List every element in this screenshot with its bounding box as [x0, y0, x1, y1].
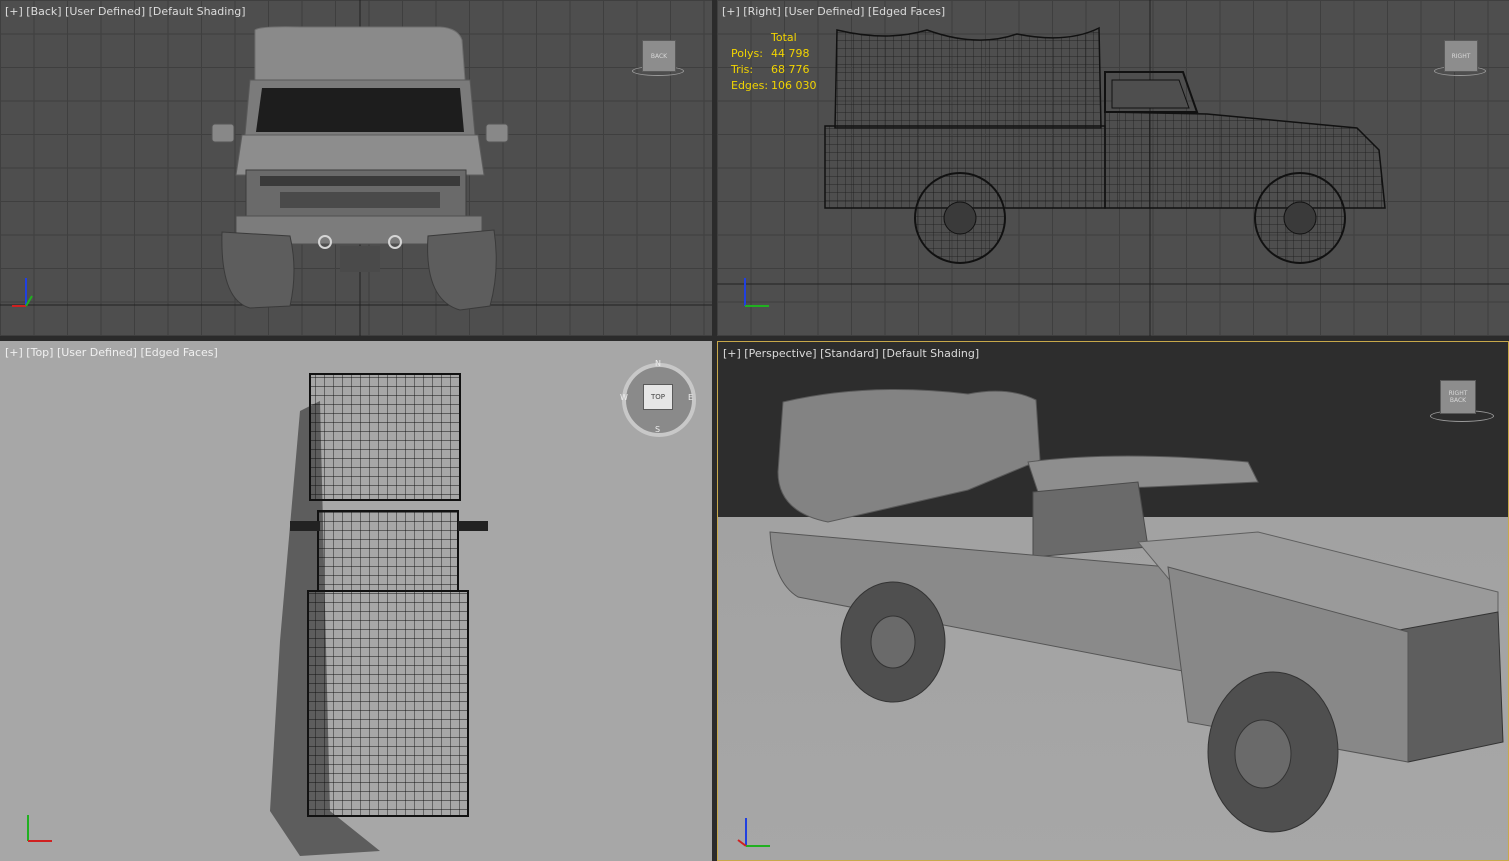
viewport-top[interactable]: [+] [Top] [User Defined] [Edged Faces] T…: [0, 341, 712, 861]
viewport-back-label[interactable]: [+] [Back] [User Defined] [Default Shadi…: [5, 5, 246, 18]
compass-east[interactable]: E: [688, 393, 693, 402]
axis-tripod-icon: [737, 818, 770, 847]
axis-tripod-icon: [27, 815, 52, 842]
stats-edges-label: Edges:: [731, 79, 769, 92]
view-cube[interactable]: RIGHT BACK: [1440, 380, 1476, 414]
viewport-perspective-label[interactable]: [+] [Perspective] [Standard] [Default Sh…: [723, 347, 979, 360]
viewport-right[interactable]: [+] [Right] [User Defined] [Edged Faces]…: [717, 0, 1509, 336]
navigation-compass[interactable]: TOP N S W E: [620, 359, 696, 437]
back-view-truck: [0, 0, 712, 336]
stats-header: Total: [771, 31, 797, 44]
right-view-truck: [717, 0, 1509, 336]
axis-tripod-icon: [12, 278, 33, 307]
stats-polys-value: 44 798: [771, 47, 810, 60]
stats-overlay: Total Polys: 44 798 Tris: 68 776 Edges: 106…: [731, 30, 831, 94]
compass-north[interactable]: N: [655, 359, 661, 368]
stats-edges-value: 106 030: [771, 79, 817, 92]
viewport-right-label[interactable]: [+] [Right] [User Defined] [Edged Faces]: [722, 5, 945, 18]
perspective-view-truck: [769, 389, 1504, 833]
axis-tripod-icon: [744, 278, 769, 307]
viewport-back[interactable]: [+] [Back] [User Defined] [Default Shadi…: [0, 0, 712, 336]
cube-face-back[interactable]: BACK: [1450, 397, 1466, 404]
view-cube[interactable]: BACK: [642, 40, 676, 72]
cube-face-right[interactable]: RIGHT: [1449, 390, 1468, 397]
top-view-truck: [270, 373, 488, 856]
viewport-top-label[interactable]: [+] [Top] [User Defined] [Edged Faces]: [5, 346, 218, 359]
view-cube[interactable]: TOP: [643, 384, 673, 410]
stats-tris-value: 68 776: [771, 63, 810, 76]
stats-polys-label: Polys:: [731, 47, 763, 60]
stats-tris-label: Tris:: [731, 63, 754, 76]
compass-south[interactable]: S: [655, 425, 660, 434]
view-cube[interactable]: RIGHT: [1444, 40, 1478, 72]
compass-west[interactable]: W: [620, 393, 628, 402]
viewport-perspective[interactable]: [+] [Perspective] [Standard] [Default Sh…: [717, 341, 1509, 861]
